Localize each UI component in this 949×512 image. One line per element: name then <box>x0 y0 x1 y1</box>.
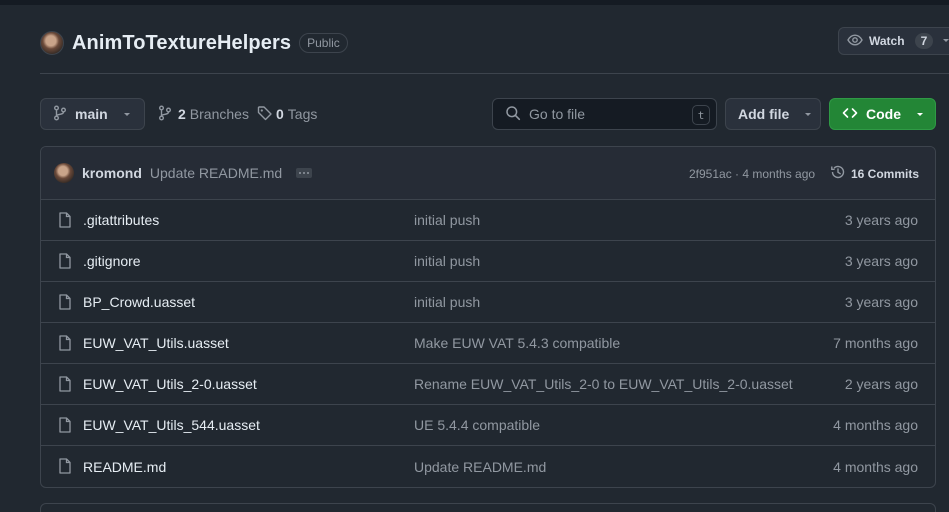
branch-icon <box>158 105 172 124</box>
chevron-down-icon <box>915 106 925 122</box>
go-to-file-input[interactable]: Go to file t <box>492 98 717 130</box>
file-name[interactable]: EUW_VAT_Utils.uasset <box>83 335 229 351</box>
owner-avatar[interactable] <box>40 31 64 55</box>
branches-label: Branches <box>189 106 249 122</box>
tags-count: 0 <box>276 106 284 122</box>
repo-name[interactable]: AnimToTextureHelpers <box>72 32 291 55</box>
table-row[interactable]: EUW_VAT_Utils.uasset Make EUW VAT 5.4.3 … <box>41 323 935 364</box>
file-age: 3 years ago <box>844 212 918 228</box>
table-row[interactable]: .gitattributes initial push 3 years ago <box>41 200 935 241</box>
ellipsis-icon[interactable] <box>296 168 313 178</box>
file-icon <box>58 458 72 477</box>
file-table: kromond Update README.md 2f951ac · 4 mon… <box>40 146 936 488</box>
table-row[interactable]: .gitignore initial push 3 years ago <box>41 241 935 282</box>
code-icon <box>842 105 858 124</box>
visibility-badge: Public <box>299 33 348 53</box>
repo-page: AnimToTextureHelpers Public Watch 7 main… <box>0 0 949 512</box>
file-name[interactable]: .gitattributes <box>83 212 159 228</box>
branches-link[interactable]: 2 Branches <box>158 98 249 130</box>
file-commit-message[interactable]: UE 5.4.4 compatible <box>414 417 540 433</box>
file-icon <box>58 335 72 354</box>
code-label: Code <box>866 106 901 122</box>
file-commit-message[interactable]: Make EUW VAT 5.4.3 compatible <box>414 335 620 351</box>
history-icon <box>830 164 846 183</box>
watch-button[interactable]: Watch 7 <box>838 27 949 55</box>
chevron-down-icon <box>941 34 949 48</box>
file-icon <box>58 294 72 313</box>
commits-label: 16 Commits <box>851 166 920 181</box>
go-to-file-placeholder: Go to file <box>529 106 586 122</box>
file-name[interactable]: EUW_VAT_Utils_2-0.uasset <box>83 376 257 392</box>
file-icon <box>58 253 72 272</box>
table-row[interactable]: EUW_VAT_Utils_544.uasset UE 5.4.4 compat… <box>41 405 935 446</box>
file-name[interactable]: EUW_VAT_Utils_544.uasset <box>83 417 260 433</box>
tags-label: Tags <box>287 106 318 122</box>
file-commit-message[interactable]: Rename EUW_VAT_Utils_2-0 to EUW_VAT_Util… <box>414 376 793 392</box>
file-age: 7 months ago <box>833 335 918 351</box>
commit-author[interactable]: kromond <box>82 165 142 181</box>
watch-label: Watch <box>869 34 905 48</box>
chevron-down-icon <box>122 106 132 122</box>
table-row[interactable]: EUW_VAT_Utils_2-0.uasset Rename EUW_VAT_… <box>41 364 935 405</box>
eye-icon <box>847 32 863 51</box>
file-name[interactable]: BP_Crowd.uasset <box>83 294 195 310</box>
code-button[interactable]: Code <box>829 98 936 130</box>
tag-icon <box>257 105 273 124</box>
branches-count: 2 <box>178 106 186 122</box>
file-icon <box>58 212 72 231</box>
header-divider <box>40 73 949 74</box>
branch-name: main <box>75 106 108 122</box>
file-age: 3 years ago <box>844 253 918 269</box>
file-age: 3 years ago <box>844 294 918 310</box>
readme-panel <box>40 503 936 512</box>
add-file-button[interactable]: Add file <box>725 98 821 130</box>
file-age: 4 months ago <box>833 417 918 433</box>
avatar[interactable] <box>54 163 74 183</box>
file-commit-message[interactable]: initial push <box>414 294 480 310</box>
branch-icon <box>53 105 67 124</box>
file-age: 4 months ago <box>833 458 918 475</box>
file-name[interactable]: .gitignore <box>83 253 141 269</box>
file-icon <box>58 376 72 395</box>
file-name[interactable]: README.md <box>83 459 166 475</box>
table-row[interactable]: BP_Crowd.uasset initial push 3 years ago <box>41 282 935 323</box>
file-icon <box>58 417 72 436</box>
file-commit-message[interactable]: Update README.md <box>414 459 546 475</box>
watch-count: 7 <box>914 33 934 49</box>
chevron-down-icon <box>803 106 813 122</box>
commit-hash-age[interactable]: 2f951ac · 4 months ago <box>689 147 815 200</box>
file-commit-message[interactable]: initial push <box>414 253 480 269</box>
tags-link[interactable]: 0 Tags <box>257 98 317 130</box>
repo-header: AnimToTextureHelpers Public <box>40 26 348 60</box>
search-icon <box>505 105 521 124</box>
add-file-label: Add file <box>738 106 790 122</box>
file-age: 2 years ago <box>844 376 918 392</box>
latest-commit-bar: kromond Update README.md 2f951ac · 4 mon… <box>41 147 935 200</box>
commits-link[interactable]: 16 Commits <box>830 147 919 200</box>
commit-message[interactable]: Update README.md <box>150 165 282 181</box>
keyboard-shortcut-hint: t <box>692 105 710 125</box>
table-row[interactable]: README.md Update README.md 4 months ago <box>41 446 935 487</box>
branch-selector[interactable]: main <box>40 98 145 130</box>
file-commit-message[interactable]: initial push <box>414 212 480 228</box>
